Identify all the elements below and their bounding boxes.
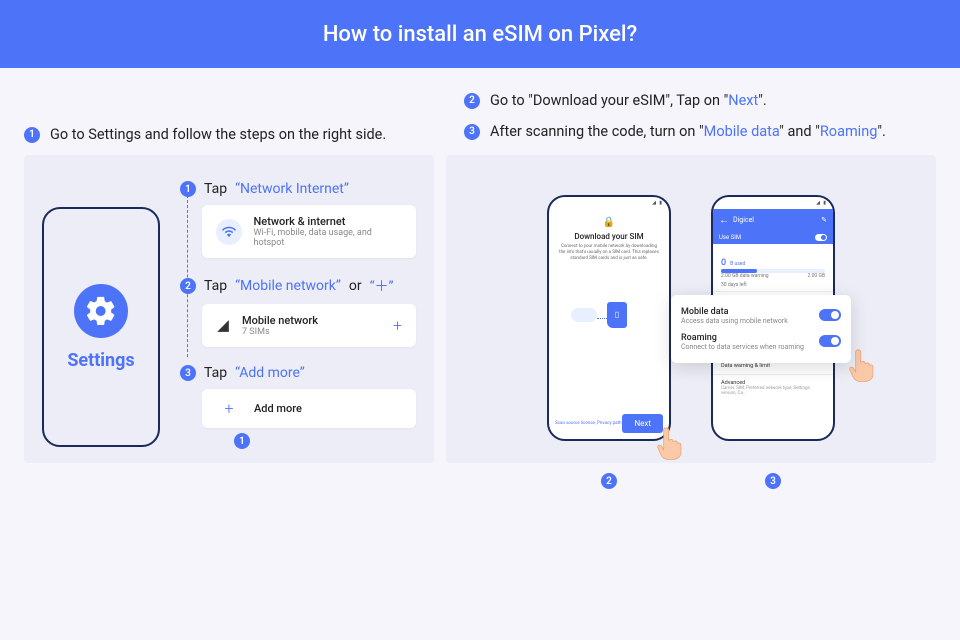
status-bar: ◢ ▮ [549,197,669,209]
mobile-data-toggle-row[interactable]: Mobile data Access data using mobile net… [681,303,841,329]
plus-icon: + [216,399,242,418]
status-bar: ◢ ▮ [713,197,833,209]
roaming-link: Roaming [820,123,877,140]
lock-icon: 🔒 [557,217,661,228]
next-link: Next [728,92,758,109]
add-sim-plus-icon[interactable]: + [393,316,402,335]
network-internet-card[interactable]: Network & internet Wi-Fi, mobile, data u… [202,205,416,258]
card-title: Add more [254,402,302,415]
data-usage-bar [721,269,825,273]
plus-action: “＋” [370,276,394,296]
substep-1: 1 Tap “Network Internet” Network & inter… [180,181,416,258]
network-internet-action: “Network Internet” [235,181,349,197]
panel-2-3: ◢ ▮ 🔒 Download your SIM Connect to your … [446,155,936,463]
footer-links[interactable]: Scan source license, Privacy path [555,421,622,426]
roaming-sublabel: Connect to data services when roaming [681,343,804,351]
panel-number-1: 1 [234,433,250,449]
gear-icon [74,284,128,338]
add-more-action: “Add more” [235,365,305,381]
panel-number-2: 2 [601,473,617,489]
download-sim-title: Download your SIM [557,232,661,241]
step-number-badge: 3 [464,124,480,140]
mobile-network-action: “Mobile network” [235,278,341,294]
use-sim-toggle[interactable] [815,234,827,241]
settings-phone-mockup: Settings [42,207,160,447]
settings-label: Settings [67,350,134,371]
sim-card-icon: ▯ [607,302,627,328]
instruction-1-text: Go to Settings and follow the steps on t… [50,126,386,143]
carrier-header: ← Digicel ✎ [713,209,833,231]
next-button[interactable]: Next [622,414,663,433]
wifi-icon [216,219,242,245]
signal-icon [216,319,230,333]
top-instructions: 1 Go to Settings and follow the steps on… [0,68,960,155]
card-title: Network & internet [254,215,403,228]
roaming-toggle[interactable] [819,335,841,347]
mobile-network-card[interactable]: Mobile network 7 SIMs + [202,304,416,347]
card-subtitle: 7 SIMs [242,327,318,337]
mobile-data-sublabel: Access data using mobile network [681,317,788,325]
step-number-badge: 2 [464,93,480,109]
add-more-card[interactable]: + Add more [202,389,416,428]
download-sim-desc: Connect to your mobile network by downlo… [557,244,661,262]
use-sim-row[interactable]: Use SIM [713,231,833,244]
roaming-toggle-row[interactable]: Roaming Connect to data services when ro… [681,329,841,355]
sim-download-graphic: ▯ [569,292,649,340]
panel-number-3: 3 [765,473,781,489]
back-arrow-icon[interactable]: ← [719,215,729,226]
roaming-label: Roaming [681,333,804,343]
instruction-1: 1 Go to Settings and follow the steps on… [24,126,386,143]
phone-2-wrap: ◢ ▮ 🔒 Download your SIM Connect to your … [547,195,671,441]
card-subtitle: Wi-Fi, mobile, data usage, and hotspot [254,228,403,248]
mobile-data-toggle[interactable] [819,309,841,321]
carrier-name: Digicel [733,216,754,224]
steps-column: 1 Tap “Network Internet” Network & inter… [180,181,416,447]
cloud-icon [571,308,597,322]
instruction-2-text: Go to "Download your eSIM", Tap on "Next… [490,92,767,109]
step-number-badge: 3 [180,365,196,381]
step-number-badge: 1 [180,181,196,197]
card-title: Mobile network [242,314,318,327]
panels-row: Settings 1 Tap “Network Internet” Networ… [0,155,960,487]
page-title: How to install an eSIM on Pixel? [323,22,637,47]
instruction-2: 2 Go to "Download your eSIM", Tap on "Ne… [464,92,936,109]
panel-1: Settings 1 Tap “Network Internet” Networ… [24,155,434,463]
phone-3-wrap: ◢ ▮ ← Digicel ✎ Use SIM 0 B used 2.00 GB… [711,195,835,441]
instruction-3-text: After scanning the code, turn on "Mobile… [490,123,886,140]
step-number-badge: 2 [180,278,196,294]
mobile-data-label: Mobile data [681,307,788,317]
mobile-data-roaming-callout: Mobile data Access data using mobile net… [671,295,851,363]
step-number-badge: 1 [24,127,40,143]
mobile-data-link: Mobile data [704,123,780,140]
instruction-3: 3 After scanning the code, turn on "Mobi… [464,123,936,140]
edit-icon[interactable]: ✎ [821,216,827,224]
page-header: How to install an eSIM on Pixel? [0,0,960,68]
substep-2: 2 Tap “Mobile network” or “＋” Mobile net… [180,276,416,347]
substep-3: 3 Tap “Add more” + Add more [180,365,416,428]
download-sim-phone: ◢ ▮ 🔒 Download your SIM Connect to your … [547,195,671,441]
advanced-row[interactable]: Advanced Carrier, SIM, Preferred network… [713,374,833,401]
